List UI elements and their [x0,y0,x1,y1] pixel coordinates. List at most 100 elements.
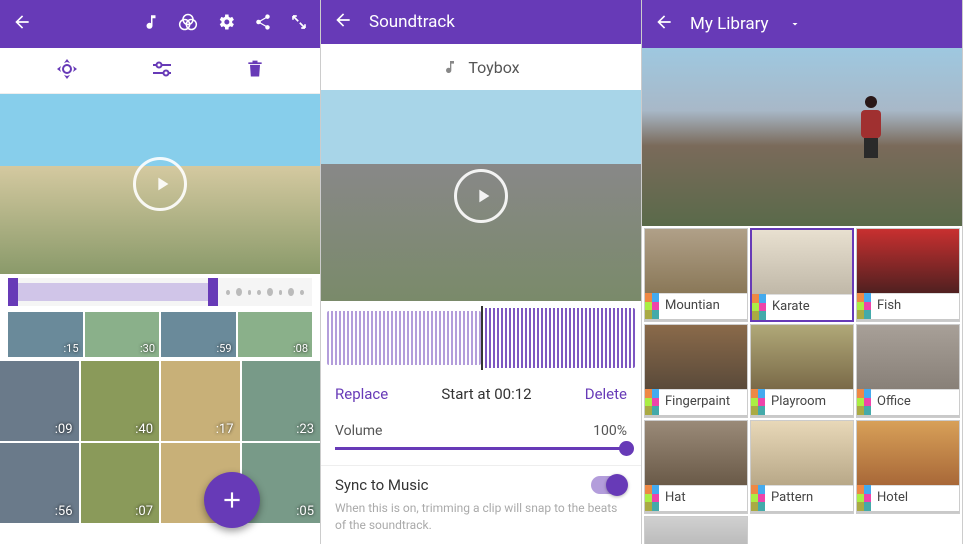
play-button[interactable] [454,169,508,223]
clip-duration: :08 [293,342,308,355]
start-time-label: Start at 00:12 [441,385,531,403]
video-preview[interactable] [0,94,320,274]
clip-cell[interactable]: :09 [0,361,79,441]
sync-label: Sync to Music [335,476,429,494]
trim-selection [18,283,208,301]
track-name: Toybox [468,58,519,77]
volume-slider[interactable] [335,447,627,450]
library-thumbnail [751,325,853,389]
trim-markers [218,288,312,296]
clip-duration: :59 [216,342,231,355]
library-thumbnail [645,517,747,544]
clip-duration: :09 [55,422,73,437]
waveform-cursor[interactable] [481,306,483,369]
music-note-icon [442,59,458,75]
swatch-icon [645,485,659,511]
sync-toggle[interactable] [591,476,627,494]
library-thumbnail [751,421,853,485]
add-clip-fab[interactable] [204,472,260,528]
volume-label: Volume [335,423,382,439]
library-label: Pattern [765,485,853,511]
clip-cell[interactable]: :17 [161,361,240,441]
delete-button[interactable] [245,59,265,83]
library-grid: Mountian Karate Fish Fingerpaint Playroo… [642,226,962,544]
trim-bar[interactable] [8,278,312,306]
library-thumbnail [857,325,959,389]
clip-grid: :09 :40 :17 :23 :56 :07 1:24 :05 [0,359,320,544]
clip-duration: :40 [135,422,153,437]
clip-thumb[interactable]: :15 [8,312,83,357]
swatch-icon [857,485,871,511]
library-dropdown[interactable]: My Library [690,14,769,34]
library-item[interactable]: Pattern [750,420,854,514]
library-item[interactable]: Hotel [856,420,960,514]
clip-cell[interactable]: :23 [242,361,321,441]
share-icon[interactable] [254,13,272,35]
clip-duration: :05 [296,504,314,519]
library-thumbnail [857,229,959,293]
library-screen: My Library Mountian Karate Fish Fingerpa… [642,0,963,544]
clip-duration: :23 [296,422,314,437]
clip-cell[interactable]: :40 [81,361,160,441]
library-label: Playroom [765,389,853,415]
clip-thumb[interactable]: :08 [238,312,313,357]
library-thumbnail [857,421,959,485]
swatch-icon [752,294,766,320]
soundtrack-screen: Soundtrack Toybox Replace Start at 00:12… [321,0,642,544]
back-button[interactable] [333,10,353,34]
library-item[interactable]: Hat [644,420,748,514]
clip-thumb[interactable]: :30 [85,312,160,357]
clip-thumb[interactable]: :59 [161,312,236,357]
back-button[interactable] [12,12,32,36]
sync-description: When this is on, trimming a clip will sn… [321,498,641,544]
library-label: Hat [659,485,747,511]
library-item[interactable]: Office [856,324,960,418]
track-name-row[interactable]: Toybox [321,44,641,90]
library-item[interactable]: Fingerpaint [644,324,748,418]
fullscreen-icon[interactable] [290,13,308,35]
chevron-down-icon[interactable] [789,15,801,34]
video-preview[interactable] [642,48,962,226]
volume-row: Volume 100% [321,413,641,439]
swatch-icon [645,389,659,415]
library-label: Office [871,389,959,415]
library-item[interactable]: Mountian [644,228,748,322]
library-label: Fish [871,293,959,319]
waveform[interactable] [321,301,641,374]
app-header: Soundtrack [321,0,641,44]
replace-track-button[interactable]: Replace [335,385,388,403]
action-bar [0,48,320,94]
adjust-button[interactable] [150,57,174,85]
library-thumbnail [645,325,747,389]
swatch-icon [645,293,659,319]
library-item[interactable]: Fish [856,228,960,322]
library-item[interactable] [644,516,748,544]
swatch-icon [857,389,871,415]
music-icon[interactable] [142,13,160,35]
volume-thumb[interactable] [619,441,634,456]
library-label: Mountian [659,293,747,319]
volume-fill [335,447,627,450]
app-header: My Library [642,0,962,48]
auto-button[interactable] [55,57,79,85]
library-item[interactable]: Karate [750,228,854,322]
editor-screen: :15 :30 :59 :08 :09 :40 :17 :23 :56 :07 … [0,0,321,544]
clip-duration: :07 [135,504,153,519]
clip-strip: :15 :30 :59 :08 [8,312,312,357]
library-item[interactable]: Playroom [750,324,854,418]
clip-cell[interactable]: :07 [81,443,160,523]
trim-handle-end[interactable] [208,278,218,306]
delete-track-button[interactable]: Delete [585,385,627,403]
library-label: Fingerpaint [659,389,747,415]
video-preview[interactable] [321,90,641,301]
clip-cell[interactable]: :56 [0,443,79,523]
library-thumbnail [752,230,852,294]
play-button[interactable] [133,157,187,211]
swatch-icon [751,485,765,511]
back-button[interactable] [654,12,674,36]
track-actions-row: Replace Start at 00:12 Delete [321,375,641,413]
library-label: Karate [766,294,852,320]
trim-handle-start[interactable] [8,278,18,306]
looks-icon[interactable] [178,12,198,36]
settings-icon[interactable] [216,12,236,36]
